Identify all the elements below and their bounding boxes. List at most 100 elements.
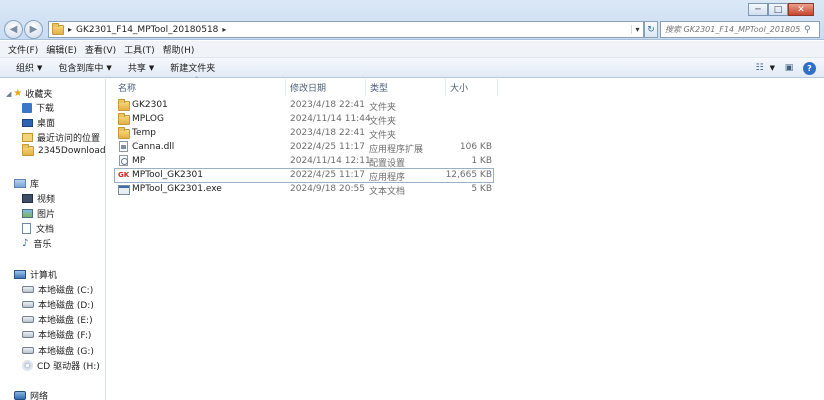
file-name: MP bbox=[132, 156, 146, 166]
file-date: 2024/9/18 20:55 bbox=[290, 184, 365, 194]
nav-desktop-label: 桌面 bbox=[37, 119, 56, 129]
nav-recent[interactable]: 最近访问的位置 bbox=[22, 131, 100, 144]
command-bar: 组织 ▼ 包含到库中 ▼ 共享 ▼ 新建文件夹 ☷ ▼ ▣ ? bbox=[0, 58, 824, 78]
file-type: 文件夹 bbox=[369, 131, 397, 141]
nav-network[interactable]: 网络 bbox=[14, 389, 48, 400]
file-size: 1 KB bbox=[471, 156, 492, 166]
column-header-type[interactable]: 类型 bbox=[366, 79, 446, 96]
toolbar-right: ☷ ▼ ▣ ? bbox=[746, 61, 816, 75]
nav-2345downloads[interactable]: 2345Downloads bbox=[22, 144, 105, 156]
nav-downloads[interactable]: 下载 bbox=[22, 101, 54, 114]
nav-drive-c[interactable]: 本地磁盘 (C:) bbox=[22, 283, 93, 296]
file-type: 应用程序 bbox=[369, 173, 406, 183]
file-row[interactable]: MPTool_GK2301.exe 2024/9/18 20:55 文本文档 5… bbox=[114, 183, 494, 197]
menu-tools[interactable]: 工具(T) bbox=[120, 43, 159, 56]
forward-button[interactable]: ▶ bbox=[24, 20, 43, 39]
nav-drive-f-label: 本地磁盘 (F:) bbox=[38, 331, 92, 341]
nav-libraries-label: 库 bbox=[30, 180, 40, 190]
nav-documents[interactable]: 文档 bbox=[22, 222, 54, 235]
menu-edit[interactable]: 编辑(E) bbox=[42, 43, 81, 56]
nav-network-label: 网络 bbox=[30, 392, 49, 400]
nav-drive-g-label: 本地磁盘 (G:) bbox=[38, 347, 94, 357]
file-name: MPTool_GK2301 bbox=[132, 170, 203, 180]
nav-videos[interactable]: 视频 bbox=[22, 192, 55, 205]
refresh-button[interactable]: ↻ bbox=[644, 21, 658, 38]
hard-drive-icon bbox=[22, 301, 34, 308]
menu-file[interactable]: 文件(F) bbox=[4, 43, 42, 56]
help-icon[interactable]: ? bbox=[803, 61, 816, 75]
folder-icon bbox=[22, 144, 34, 156]
minimize-button[interactable]: ─ bbox=[748, 3, 768, 16]
column-header-name[interactable]: 名称 ⌃ bbox=[114, 76, 286, 96]
recent-places-icon bbox=[22, 133, 33, 142]
back-button[interactable]: ◀ bbox=[4, 20, 23, 39]
menu-view[interactable]: 查看(V) bbox=[81, 43, 120, 56]
breadcrumb-current-folder[interactable]: GK2301_F14_MPTool_20180518 bbox=[76, 25, 218, 35]
search-icon[interactable]: ⚲ bbox=[804, 25, 811, 35]
file-row[interactable]: Canna.dll 2022/4/25 11:17 应用程序扩展 106 KB bbox=[114, 141, 494, 155]
breadcrumb-separator[interactable]: ▸ bbox=[68, 25, 72, 34]
share-button[interactable]: 共享 ▼ bbox=[120, 61, 162, 75]
search-box[interactable]: ⚲ bbox=[660, 21, 820, 38]
column-header-date[interactable]: 修改日期 bbox=[286, 79, 366, 96]
address-bar[interactable]: ▸ GK2301_F14_MPTool_20180518 ▸ ▾ bbox=[48, 21, 644, 38]
nav-drive-g[interactable]: 本地磁盘 (G:) bbox=[22, 344, 94, 357]
share-label: 共享 bbox=[127, 64, 146, 74]
file-row[interactable]: MP 2024/11/14 12:11 配置设置 1 KB bbox=[114, 155, 494, 169]
maximize-button[interactable]: □ bbox=[768, 3, 788, 16]
nav-music[interactable]: ♪ 音乐 bbox=[22, 237, 51, 250]
organize-button[interactable]: 组织 ▼ bbox=[8, 61, 50, 75]
file-date: 2023/4/18 22:41 bbox=[290, 100, 365, 110]
expand-arrow-icon[interactable]: ◢ bbox=[6, 90, 11, 98]
nav-desktop[interactable]: 桌面 bbox=[22, 116, 55, 129]
library-icon bbox=[14, 179, 26, 188]
breadcrumb-separator[interactable]: ▸ bbox=[222, 25, 226, 34]
config-file-icon bbox=[119, 155, 128, 169]
file-row-selected[interactable]: GK MPTool_GK2301 2022/4/25 11:17 应用程序 12… bbox=[114, 168, 494, 183]
file-row[interactable]: GK2301 2023/4/18 22:41 文件夹 bbox=[114, 99, 494, 113]
title-bar: ─ □ ✕ ◀ ▶ ▸ GK2301_F14_MPTool_20180518 ▸… bbox=[0, 0, 824, 40]
column-header-size[interactable]: 大小 bbox=[446, 79, 498, 96]
preview-pane-icon[interactable]: ▣ bbox=[781, 61, 797, 75]
video-icon bbox=[22, 194, 33, 203]
hard-drive-icon bbox=[22, 286, 34, 293]
nav-libraries[interactable]: 库 bbox=[14, 177, 39, 190]
nav-buttons: ◀ ▶ bbox=[4, 20, 44, 39]
new-folder-button[interactable]: 新建文件夹 bbox=[162, 61, 223, 74]
search-input[interactable] bbox=[661, 25, 801, 34]
file-row[interactable]: Temp 2023/4/18 22:41 文件夹 bbox=[114, 127, 494, 141]
chevron-down-icon: ▼ bbox=[106, 63, 112, 72]
nav-favorites[interactable]: ◢ ★ 收藏夹 bbox=[6, 87, 52, 100]
executable-icon bbox=[118, 185, 130, 198]
nav-drive-f[interactable]: 本地磁盘 (F:) bbox=[22, 328, 91, 341]
network-icon bbox=[14, 391, 26, 400]
chevron-down-icon[interactable]: ▼ bbox=[770, 64, 775, 72]
nav-computer[interactable]: 计算机 bbox=[14, 268, 57, 281]
nav-drive-h[interactable]: CD 驱动器 (H:) bbox=[22, 359, 100, 372]
nav-computer-label: 计算机 bbox=[30, 271, 58, 281]
file-date: 2023/4/18 22:41 bbox=[290, 128, 365, 138]
nav-drive-d[interactable]: 本地磁盘 (D:) bbox=[22, 298, 94, 311]
nav-documents-label: 文档 bbox=[36, 225, 55, 235]
column-header-name-label: 名称 bbox=[118, 84, 137, 94]
new-folder-label: 新建文件夹 bbox=[170, 64, 216, 74]
address-dropdown-button[interactable]: ▾ bbox=[631, 25, 643, 34]
downloads-icon bbox=[22, 102, 32, 113]
file-row[interactable]: MPLOG 2024/11/14 11:44 文件夹 bbox=[114, 113, 494, 127]
view-options-icon[interactable]: ☷ bbox=[752, 61, 768, 75]
nav-pictures-label: 图片 bbox=[37, 210, 56, 220]
dll-file-icon bbox=[119, 141, 128, 155]
file-name: MPTool_GK2301.exe bbox=[132, 184, 222, 194]
nav-pictures[interactable]: 图片 bbox=[22, 207, 55, 220]
menu-help[interactable]: 帮助(H) bbox=[159, 43, 199, 56]
nav-drive-e[interactable]: 本地磁盘 (E:) bbox=[22, 313, 93, 326]
hard-drive-icon bbox=[22, 347, 34, 354]
nav-drive-e-label: 本地磁盘 (E:) bbox=[38, 316, 93, 326]
organize-label: 组织 bbox=[16, 64, 35, 74]
menu-bar: 文件(F) 编辑(E) 查看(V) 工具(T) 帮助(H) bbox=[0, 41, 824, 58]
include-in-library-button[interactable]: 包含到库中 ▼ bbox=[50, 61, 119, 75]
nav-drive-d-label: 本地磁盘 (D:) bbox=[38, 301, 94, 311]
close-button[interactable]: ✕ bbox=[788, 3, 814, 16]
hard-drive-icon bbox=[22, 316, 34, 323]
nav-music-label: 音乐 bbox=[33, 240, 52, 250]
